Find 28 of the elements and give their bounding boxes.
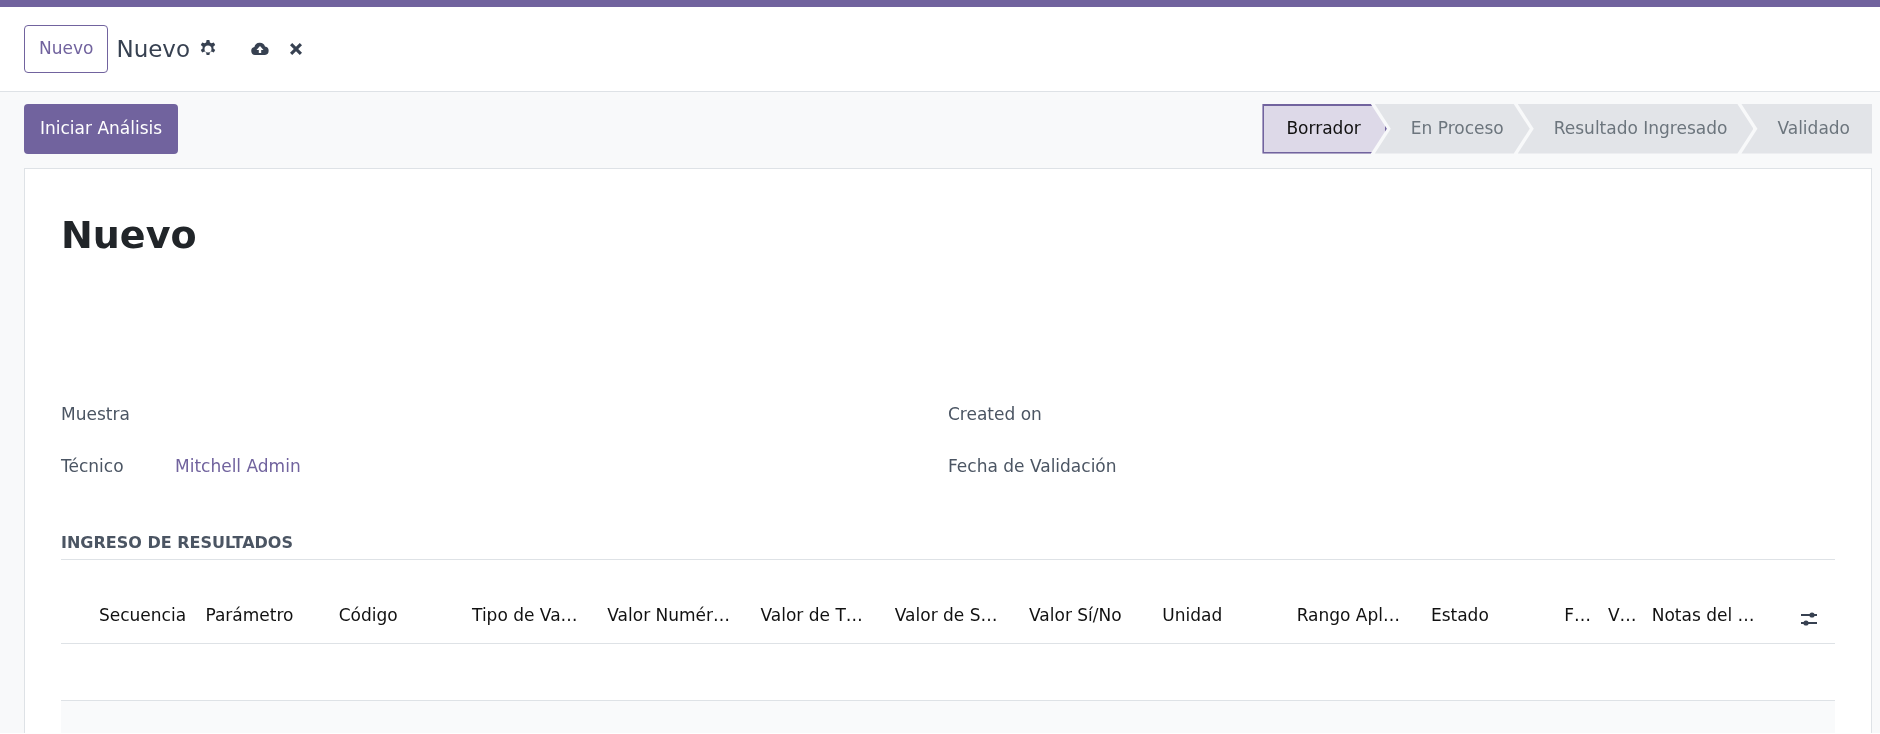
column-header[interactable]: Parámetro <box>205 603 339 629</box>
column-header[interactable]: Unidad <box>1162 603 1297 629</box>
field-label: Técnico <box>61 454 125 478</box>
field-label: Fecha de Validación <box>948 454 1117 478</box>
status-step[interactable]: Resultado Ingresado <box>1517 104 1754 154</box>
column-header[interactable]: Rango Apl… <box>1296 603 1431 629</box>
record-title: Nuevo <box>61 211 198 259</box>
column-header[interactable]: Notas del … <box>1651 603 1799 629</box>
start-analysis-button[interactable]: Iniciar Análisis <box>24 104 179 154</box>
breadcrumb-title: Nuevo <box>116 34 191 64</box>
column-header[interactable]: Secuencia <box>99 603 206 629</box>
field-label: Created on <box>948 402 1043 426</box>
column-header[interactable]: Valor Sí/No <box>1029 603 1163 629</box>
column-header[interactable]: Valor Numér… <box>607 603 761 629</box>
section-heading: INGRESO DE RESULTADOS <box>61 530 1835 560</box>
column-header[interactable]: Tipo de Va… <box>472 603 608 629</box>
status-step[interactable]: Validado <box>1741 104 1872 154</box>
column-header[interactable]: Estado <box>1430 603 1565 629</box>
column-header[interactable]: V… <box>1608 603 1652 629</box>
status-step[interactable]: Borrador <box>1262 104 1387 154</box>
field-value-link[interactable]: Mitchell Admin <box>175 453 301 480</box>
column-header[interactable]: Código <box>338 603 473 629</box>
status-step[interactable]: En Proceso <box>1374 104 1530 154</box>
column-header[interactable]: F… <box>1564 603 1608 629</box>
column-header[interactable]: Valor de S… <box>894 603 1030 629</box>
new-button[interactable]: Nuevo <box>24 25 109 73</box>
column-header[interactable]: Valor de T… <box>760 603 895 629</box>
field-label: Muestra <box>61 402 131 426</box>
